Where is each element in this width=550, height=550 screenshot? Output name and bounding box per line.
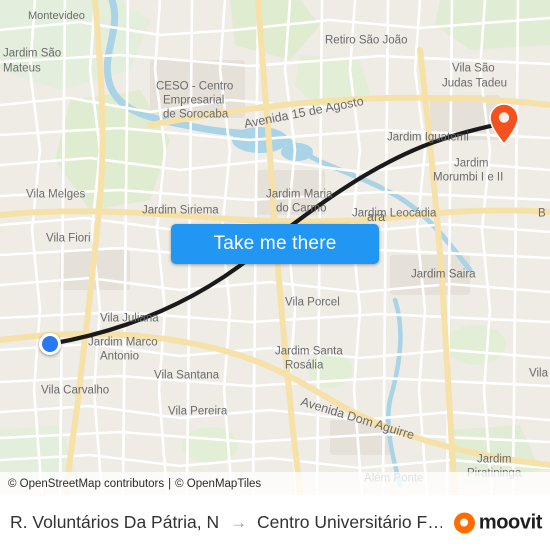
map-place-label: Vila Porcel xyxy=(285,297,340,309)
map-screen: Montevideo Retiro São João Jardim São Mateu… xyxy=(0,0,550,550)
map-place-label: Vila Carvalho xyxy=(41,385,109,397)
trip-summary-bar: R. Voluntários Da Pátria, N… → Centro Un… xyxy=(0,495,550,550)
map-place-label: Vila Pereira xyxy=(168,406,228,418)
map-place-label: Retiro São João xyxy=(325,35,407,47)
map-place-label: Antonio xyxy=(100,351,139,363)
take-me-there-button[interactable]: Take me there xyxy=(171,224,379,264)
map-place-label: Rosália xyxy=(285,360,324,372)
map-road-label: ará xyxy=(367,210,385,224)
map-place-label: Jardim Marco xyxy=(88,337,158,349)
map-place-label: Jardim xyxy=(477,454,512,466)
map-place-label: Jardim Saira xyxy=(411,269,476,281)
map-attribution: © OpenStreetMap contributors | © OpenMap… xyxy=(0,472,550,495)
moovit-wordmark: moovit xyxy=(478,511,543,533)
map-place-label: Vila São xyxy=(452,63,495,75)
map-place-label: Vila Fiori xyxy=(46,233,91,245)
map-place-label: Vila Melges xyxy=(26,189,85,201)
map-place-label: Judas Tadeu xyxy=(442,78,507,90)
map-place-label: Jardim Santa xyxy=(275,346,343,358)
arrow-right-icon: → xyxy=(230,512,247,532)
destination-pin-icon[interactable] xyxy=(489,103,519,145)
map-place-label: B xyxy=(538,208,546,220)
moovit-logo[interactable]: moovit xyxy=(453,511,543,534)
map-place-label: Jardim São xyxy=(3,48,61,60)
moovit-mark-icon xyxy=(453,512,475,533)
map-place-label: Mateus xyxy=(3,63,41,75)
take-me-there-label: Take me there xyxy=(213,233,337,254)
map-place-label: Empresarial xyxy=(163,95,224,107)
map-place-label: de Sorocaba xyxy=(163,109,229,121)
destination-stop-label: Centro Universitário F… xyxy=(257,512,442,532)
map-place-label: Morumbi I e II xyxy=(433,172,503,184)
osm-attribution-link[interactable]: © OpenStreetMap contributors xyxy=(8,478,164,490)
map-place-label: Montevideo xyxy=(28,10,85,22)
map-place-label: Jardim xyxy=(454,158,489,170)
map-place-label: Vila xyxy=(529,368,549,380)
origin-dot-icon[interactable] xyxy=(39,333,61,355)
map-place-label: Vila Santana xyxy=(154,370,220,382)
map-place-label: Vila Juliana xyxy=(100,313,159,325)
openmaptiles-attribution-link[interactable]: © OpenMapTiles xyxy=(175,478,261,490)
map-place-label: do Carmo xyxy=(276,203,327,215)
origin-stop-label: R. Voluntários Da Pátria, N… xyxy=(10,512,220,532)
map-place-label: Jardim Maria xyxy=(266,189,333,201)
map-canvas[interactable]: Montevideo Retiro São João Jardim São Mateu… xyxy=(0,0,550,495)
map-place-label: CESO - Centro xyxy=(156,81,233,93)
map-place-label: Jardim Iguatemi xyxy=(387,132,469,144)
map-place-label: Jardim Siriema xyxy=(142,205,219,217)
attribution-separator: | xyxy=(168,477,172,490)
map-place-label: Jardim Leocádia xyxy=(352,208,437,220)
